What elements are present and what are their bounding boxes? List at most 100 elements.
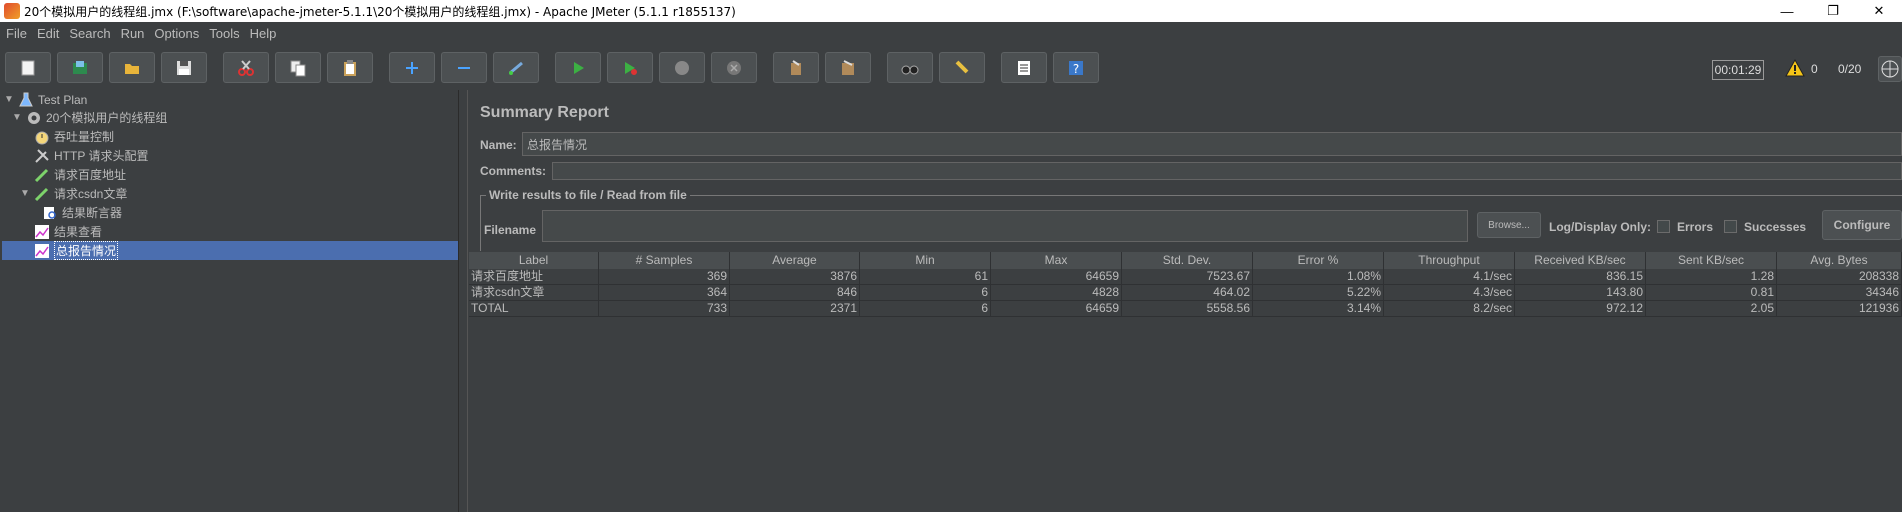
column-header[interactable]: Min	[860, 252, 991, 269]
successes-checkbox[interactable]	[1724, 220, 1737, 233]
tree-node-throughput-controller[interactable]: 吞吐量控制	[34, 127, 114, 146]
expand-arrow-icon[interactable]: ▼	[20, 188, 32, 199]
expand-arrow-icon[interactable]: ▼	[4, 94, 16, 105]
clear-button[interactable]	[773, 52, 819, 83]
menu-search[interactable]: Search	[65, 26, 116, 41]
search-button[interactable]	[887, 52, 933, 83]
chart-icon	[35, 243, 49, 258]
toggle-button[interactable]	[493, 52, 539, 83]
play-no-pause-icon	[625, 61, 637, 75]
save-button[interactable]	[161, 52, 207, 83]
table-row[interactable]: 请求csdn文章 364 846 6 4828 464.02 5.22% 4.3…	[469, 285, 1902, 301]
tree-node-csdn-request[interactable]: ▼ 请求csdn文章	[20, 184, 127, 203]
column-header[interactable]: Label	[469, 252, 599, 269]
column-header[interactable]: Average	[730, 252, 860, 269]
tree-node-http-header[interactable]: HTTP 请求头配置	[34, 146, 148, 165]
errors-checkbox[interactable]	[1657, 220, 1670, 233]
svg-text:?: ?	[1073, 62, 1079, 76]
broom-icon	[955, 60, 969, 73]
name-label: Name:	[480, 138, 517, 152]
tree-node-view-results[interactable]: 结果查看	[34, 222, 102, 241]
table-row[interactable]: 请求百度地址 369 3876 61 64659 7523.67 1.08% 4…	[469, 269, 1902, 285]
paste-button[interactable]	[327, 52, 373, 83]
function-helper-button[interactable]	[1001, 52, 1047, 83]
help-icon: ?	[1069, 60, 1083, 76]
close-button[interactable]: ✕	[1856, 0, 1902, 22]
tree-node-label: 请求csdn文章	[54, 187, 128, 201]
pane-splitter[interactable]	[458, 90, 468, 512]
summary-table: Label # Samples Average Min Max Std. Dev…	[469, 252, 1902, 317]
warning-icon[interactable]	[1785, 58, 1805, 78]
cell-samples: 369	[599, 269, 730, 284]
cell-error-pct: 3.14%	[1253, 301, 1384, 316]
reset-search-button[interactable]	[939, 52, 985, 83]
configure-button[interactable]: Configure	[1822, 210, 1902, 240]
tree-node-assertion[interactable]: 结果断言器	[42, 203, 122, 222]
list-icon	[1018, 60, 1030, 75]
column-header[interactable]: Received KB/sec	[1515, 252, 1646, 269]
menu-help[interactable]: Help	[246, 26, 283, 41]
binoculars-icon	[901, 65, 919, 74]
comments-field[interactable]	[552, 162, 1902, 180]
expand-all-button[interactable]	[389, 52, 435, 83]
column-header[interactable]: Avg. Bytes	[1777, 252, 1902, 269]
cell-received-kb: 143.80	[1515, 285, 1646, 300]
successes-label: Successes	[1744, 220, 1807, 234]
tree-node-thread-group[interactable]: ▼ 20个模拟用户的线程组	[12, 108, 167, 127]
cell-std-dev: 464.02	[1122, 285, 1253, 300]
cell-min: 6	[860, 301, 991, 316]
column-header[interactable]: Error %	[1253, 252, 1384, 269]
clear-all-button[interactable]	[825, 52, 871, 83]
browse-button[interactable]: Browse...	[1477, 212, 1541, 238]
elapsed-timer: 00:01:29	[1712, 60, 1764, 80]
scissors-icon	[238, 59, 254, 76]
column-header[interactable]: # Samples	[599, 252, 730, 269]
broom-clear-icon	[791, 59, 801, 75]
start-no-pauses-button[interactable]	[607, 52, 653, 83]
new-button[interactable]	[5, 52, 51, 83]
name-field[interactable]: 总报告情况	[522, 132, 1902, 156]
column-header[interactable]: Throughput	[1384, 252, 1515, 269]
stop-button[interactable]	[659, 52, 705, 83]
clipboard-icon	[344, 59, 356, 76]
remote-globe-button[interactable]	[1878, 56, 1902, 82]
write-results-legend: Write results to file / Read from file	[486, 188, 690, 202]
restore-button[interactable]: ❐	[1810, 0, 1856, 22]
title-bar: 20个模拟用户的线程组.jmx (F:\software\apache-jmet…	[0, 0, 1902, 22]
table-row-total[interactable]: TOTAL 733 2371 6 64659 5558.56 3.14% 8.2…	[469, 301, 1902, 317]
column-header[interactable]: Std. Dev.	[1122, 252, 1253, 269]
cell-label: 请求csdn文章	[469, 285, 599, 300]
help-button[interactable]: ?	[1053, 52, 1099, 83]
new-file-icon	[21, 60, 35, 75]
cell-throughput: 8.2/sec	[1384, 301, 1515, 316]
open-button[interactable]	[109, 52, 155, 83]
column-header[interactable]: Max	[991, 252, 1122, 269]
filename-field[interactable]	[542, 210, 1468, 242]
cell-average: 2371	[730, 301, 860, 316]
menu-tools[interactable]: Tools	[205, 26, 245, 41]
column-header[interactable]: Sent KB/sec	[1646, 252, 1777, 269]
menu-run[interactable]: Run	[117, 26, 151, 41]
menu-file[interactable]: File	[2, 26, 33, 41]
cell-error-pct: 5.22%	[1253, 285, 1384, 300]
expand-arrow-icon[interactable]: ▼	[12, 112, 24, 123]
cut-button[interactable]	[223, 52, 269, 83]
start-button[interactable]	[555, 52, 601, 83]
menu-edit[interactable]: Edit	[33, 26, 65, 41]
cell-avg-bytes: 208338	[1777, 269, 1902, 284]
cell-label: 请求百度地址	[469, 269, 599, 284]
collapse-all-button[interactable]	[441, 52, 487, 83]
cell-min: 6	[860, 285, 991, 300]
toolbar: ?	[0, 44, 1902, 89]
cell-max: 64659	[991, 269, 1122, 284]
cell-sent-kb: 0.81	[1646, 285, 1777, 300]
copy-button[interactable]	[275, 52, 321, 83]
minus-icon	[458, 66, 470, 69]
tree-node-baidu-request[interactable]: 请求百度地址	[34, 165, 126, 184]
minimize-button[interactable]: —	[1764, 0, 1810, 22]
menu-options[interactable]: Options	[150, 26, 205, 41]
shutdown-button[interactable]	[711, 52, 757, 83]
templates-button[interactable]	[57, 52, 103, 83]
tree-node-summary-report[interactable]: 总报告情况	[2, 241, 458, 260]
tree-node-test-plan[interactable]: ▼ Test Plan	[4, 90, 87, 109]
